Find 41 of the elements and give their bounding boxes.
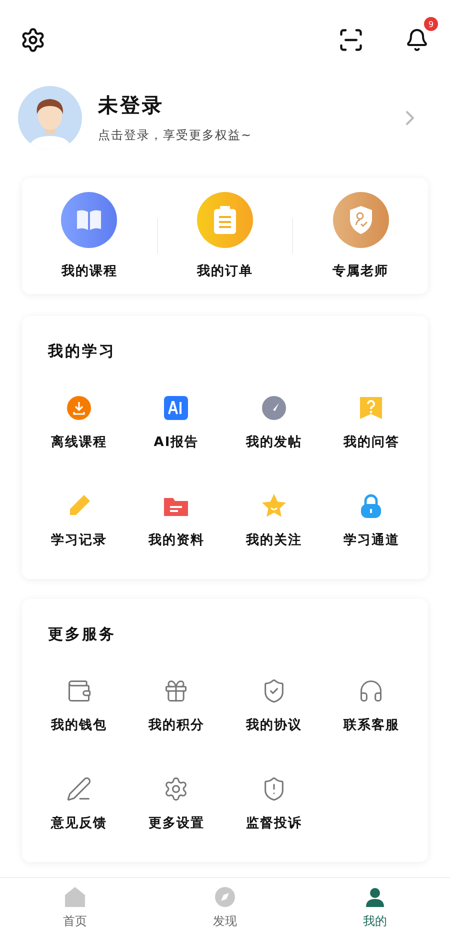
shield-person-icon xyxy=(348,205,374,235)
compass-icon xyxy=(213,884,237,908)
gift-icon xyxy=(163,678,190,704)
login-hint: 点击登录，享受更多权益~ xyxy=(98,127,254,144)
tab-item[interactable]: 我的 xyxy=(300,878,450,936)
service-item[interactable]: 我的钱包 xyxy=(30,678,128,734)
service-item[interactable]: 更多设置 xyxy=(128,776,225,832)
wallet-icon xyxy=(66,678,92,704)
shortcut-button[interactable]: 我的课程 xyxy=(22,192,157,280)
star-icon xyxy=(260,493,287,519)
ai-icon xyxy=(163,395,190,421)
learning-item[interactable]: 学习通道 xyxy=(322,493,420,549)
section-title: 更多服务 xyxy=(47,624,117,644)
book-icon xyxy=(75,208,104,232)
tab-item[interactable]: 发现 xyxy=(150,878,300,936)
service-item[interactable]: 我的积分 xyxy=(128,678,225,734)
pen-icon xyxy=(66,776,92,802)
learning-item[interactable]: 我的资料 xyxy=(128,493,225,549)
clipboard-icon xyxy=(213,206,237,234)
headset-icon xyxy=(358,678,384,704)
section-title: 我的学习 xyxy=(46,341,117,361)
learning-item[interactable]: 我的关注 xyxy=(225,493,322,549)
shortcut-button[interactable]: 专属老师 xyxy=(293,192,428,280)
gauge-icon xyxy=(260,395,287,421)
notification-badge: 9 xyxy=(424,17,438,31)
learning-item[interactable]: 离线课程 xyxy=(30,395,128,451)
service-item[interactable]: 意见反馈 xyxy=(30,776,128,832)
download-icon xyxy=(66,395,92,421)
shortcut-button[interactable]: 我的订单 xyxy=(158,192,292,280)
service-item[interactable]: 监督投诉 xyxy=(225,776,322,832)
service-item[interactable]: 我的协议 xyxy=(225,678,322,734)
question-icon xyxy=(358,395,384,421)
learning-item[interactable]: AI报告 xyxy=(128,395,225,451)
service-item[interactable]: 联系客服 xyxy=(322,678,420,734)
learning-item[interactable]: 我的发帖 xyxy=(225,395,322,451)
settings-icon xyxy=(163,776,190,802)
learning-item[interactable]: 我的问答 xyxy=(322,395,420,451)
tab-item[interactable]: 首页 xyxy=(0,878,150,936)
learning-item[interactable]: 学习记录 xyxy=(30,493,128,549)
home-icon xyxy=(63,884,87,908)
login-status[interactable]: 未登录 xyxy=(98,92,398,119)
